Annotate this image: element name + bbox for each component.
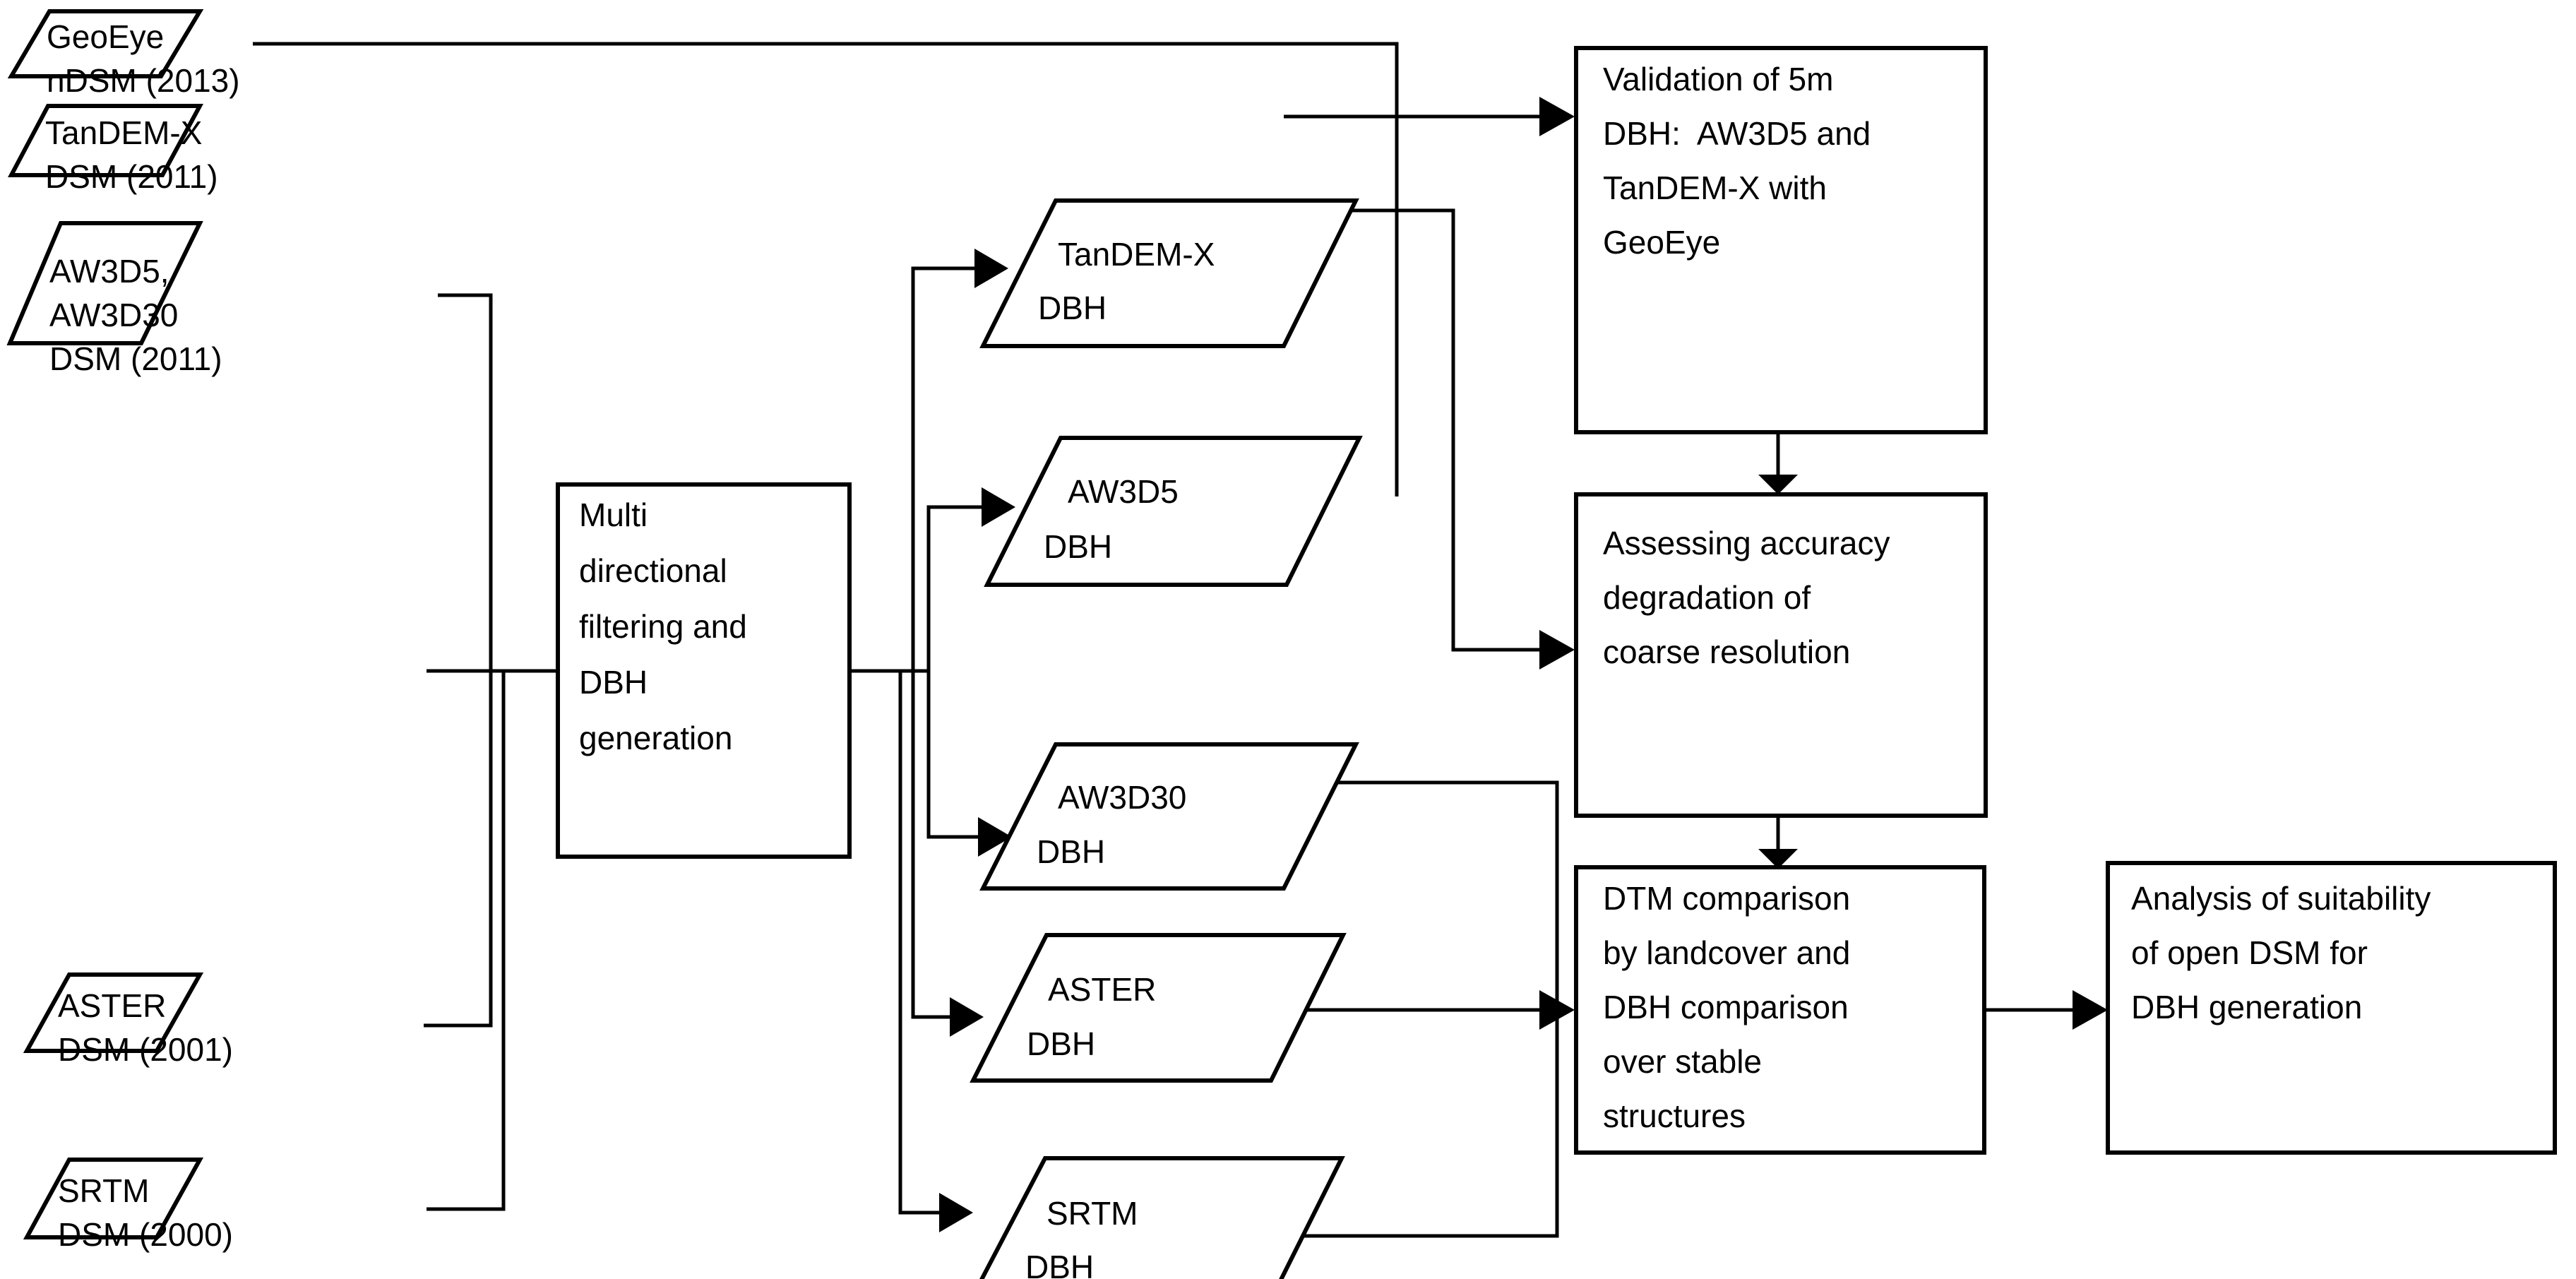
node-aw3d5-dbh[interactable]: AW3D5 DBH [984,436,1363,587]
suitability-line3: DBH generation [2131,989,2362,1025]
arrowhead-validation-to-degradation [1758,475,1798,494]
connector-aster-dsm-to-multi [424,671,493,1028]
dtm-line1: DTM comparison [1603,880,1850,917]
arrowhead-into-srtm-dbh [939,1193,973,1232]
srtm-dbh-parallelogram [979,1156,1345,1279]
arrowhead-into-aw3d5-dbh [982,487,1015,527]
aw3d30-dbh-line1: AW3D30 [1058,779,1186,816]
srtm-dsm-line2: DSM (2000) [58,1216,233,1253]
srtm-dbh-line1: SRTM [1046,1195,1138,1232]
aw3d30-dbh-line2: DBH [1037,833,1105,870]
multi-line3: filtering and [579,608,747,645]
node-aster-dsm[interactable]: ASTER DSM (2001) [23,972,233,1068]
flowchart-svg: GeoEye nDSM (2013) TanDEM-X DSM (2011) A… [6,9,2557,1279]
multi-line2: directional [579,552,727,589]
aster-dbh-line2: DBH [1027,1025,1095,1062]
srtm-dbh-line2: DBH [1025,1249,1094,1279]
arrowhead-into-suitability [2073,990,2108,1030]
dtm-line3: DBH comparison [1603,989,1849,1025]
validation-line1: Validation of 5m [1603,61,1833,97]
connector-multi-to-aw3d5-dbh [926,505,982,671]
tandemx-dsm-line2: DSM (2011) [45,158,218,195]
validation-line4: GeoEye [1603,224,1720,261]
aw3d-dsm-line3: DSM (2011) [49,340,222,377]
node-tandemx-dbh[interactable]: TanDEM-X DBH [979,198,1359,348]
node-multi-directional-filtering[interactable]: Multi directional filtering and DBH gene… [556,482,852,859]
connector-multi-to-tandemx-dbh [911,266,974,671]
node-srtm-dsm[interactable]: SRTM DSM (2000) [23,1158,233,1253]
aster-dbh-line1: ASTER [1048,971,1156,1008]
tandemx-dbh-line1: TanDEM-X [1058,236,1215,273]
dtm-line4: over stable [1603,1043,1762,1080]
degradation-line3: coarse resolution [1603,633,1850,670]
node-geoeye-ndsm[interactable]: GeoEye nDSM (2013) [7,9,240,99]
connector-multi-to-aster-dbh [911,671,950,1019]
input-nodes: GeoEye nDSM (2013) TanDEM-X DSM (2011) A… [6,9,240,1253]
node-srtm-dbh[interactable]: SRTM DBH [967,1156,1345,1279]
flowchart-canvas: GeoEye nDSM (2013) TanDEM-X DSM (2011) A… [0,0,2576,1279]
arrowhead-into-validation [1539,97,1575,136]
connector-aw3d5-dbh-to-degradation [1287,208,1539,652]
aw3d5-dbh-line1: AW3D5 [1068,473,1179,510]
product-nodes: TanDEM-X DBH AW3D5 DBH AW3D30 DBH ASTER … [967,198,1363,1279]
connector-multi-to-srtm-dbh [898,671,939,1215]
aw3d-dsm-line1: AW3D5, [49,253,169,290]
connector-multi-to-aw3d30-dbh [926,671,978,839]
multi-line5: generation [579,720,732,756]
tandemx-dbh-line2: DBH [1038,290,1107,326]
geoeye-line2: nDSM (2013) [47,62,240,99]
multi-line1: Multi [579,496,648,533]
node-aw3d-dsm[interactable]: AW3D5, AW3D30 DSM (2011) [6,221,222,377]
node-dtm-comparison[interactable]: DTM comparison by landcover and DBH comp… [1574,865,1986,1155]
aw3d-dsm-line2: AW3D30 [49,297,178,333]
degradation-line2: degradation of [1603,579,1811,616]
validation-line2: DBH: AW3D5 and [1603,115,1871,152]
dtm-line5: structures [1603,1097,1746,1134]
arrowhead-into-aster-dbh [950,997,984,1037]
node-tandemx-dsm[interactable]: TanDEM-X DSM (2011) [8,104,218,195]
degradation-line1: Assessing accuracy [1603,525,1890,561]
aster-dsm-line1: ASTER [58,987,166,1024]
aw3d5-dbh-line2: DBH [1044,528,1112,565]
geoeye-line1: GeoEye [47,18,164,55]
node-degradation[interactable]: Assessing accuracy degradation of coarse… [1574,492,1988,818]
analysis-nodes: Validation of 5m DBH: AW3D5 and TanDEM-X… [1574,46,2557,1155]
srtm-dsm-line1: SRTM [58,1172,150,1209]
dtm-line2: by landcover and [1603,934,1850,971]
arrowhead-into-tandemx-dbh [974,249,1008,288]
suitability-line2: of open DSM for [2131,934,2368,971]
tandemx-dsm-line1: TanDEM-X [45,114,202,151]
arrowhead-into-degradation [1539,630,1575,670]
aster-dsm-line2: DSM (2001) [58,1031,233,1068]
node-suitability[interactable]: Analysis of suitability of open DSM for … [2106,861,2557,1155]
node-validation[interactable]: Validation of 5m DBH: AW3D5 and TanDEM-X… [1574,46,1988,434]
validation-line3: TanDEM-X with [1603,169,1827,206]
connector-tandemx-dsm-to-multi [438,293,493,671]
suitability-line1: Analysis of suitability [2131,880,2431,917]
multi-line4: DBH [579,664,648,701]
node-aw3d30-dbh[interactable]: AW3D30 DBH [979,742,1359,891]
node-aster-dbh[interactable]: ASTER DBH [970,933,1347,1083]
